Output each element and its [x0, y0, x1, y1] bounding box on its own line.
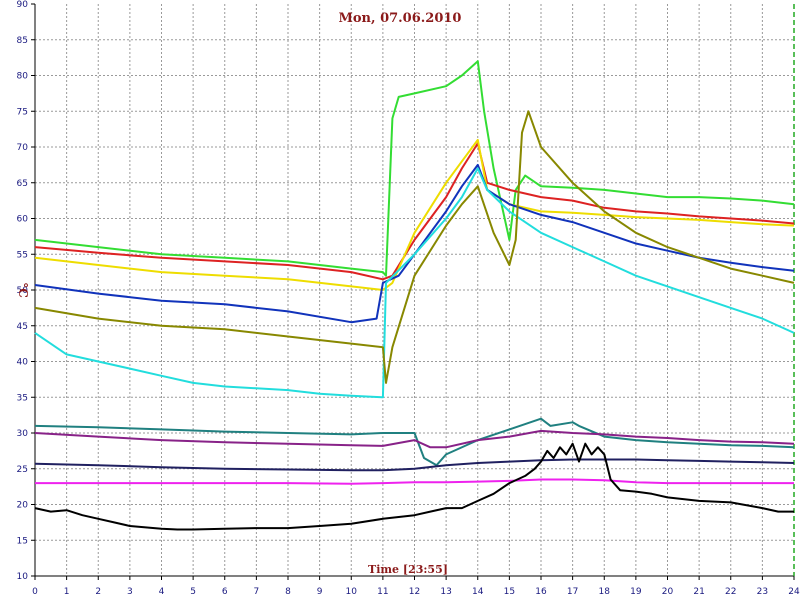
- x-tick-label: 4: [159, 587, 165, 597]
- y-tick-label: 70: [17, 143, 29, 153]
- axes: [31, 3, 795, 580]
- y-tick-label: 80: [17, 72, 29, 82]
- x-tick-label: 2: [95, 587, 101, 597]
- x-tick-label: 18: [599, 587, 611, 597]
- y-tick-label: 85: [17, 36, 28, 46]
- x-axis-label: Time [23:55]: [368, 563, 448, 576]
- x-tick-label: 13: [440, 587, 451, 597]
- series-line-4: [34, 167, 795, 399]
- x-tick-label: 8: [285, 587, 291, 597]
- y-tick-label: 30: [17, 429, 29, 439]
- x-tick-label: 15: [504, 587, 515, 597]
- x-tick-label: 24: [788, 587, 800, 597]
- x-tick-label: 16: [535, 587, 547, 597]
- x-tick-label: 0: [32, 587, 38, 597]
- x-tick-label: 10: [346, 587, 358, 597]
- series-line-1: [34, 142, 795, 281]
- y-tick-label: 75: [17, 107, 28, 117]
- y-tick-label: 10: [17, 572, 29, 582]
- y-tick-label: 45: [17, 322, 28, 332]
- y-tick-label: 40: [17, 358, 29, 368]
- y-tick-label: 25: [17, 465, 28, 475]
- x-tick-label: 17: [567, 587, 578, 597]
- x-tick-label: 14: [472, 587, 484, 597]
- y-tick-label: 60: [17, 215, 29, 225]
- x-tick-label: 7: [254, 587, 260, 597]
- x-tick-label: 11: [377, 587, 388, 597]
- x-tick-label: 1: [64, 587, 70, 597]
- x-tick-label: 22: [725, 587, 736, 597]
- x-tick-label: 3: [127, 587, 133, 597]
- y-tick-label: 15: [17, 536, 28, 546]
- x-tick-label: 19: [630, 587, 642, 597]
- y-axis-label: °C: [16, 282, 30, 298]
- x-tick-label: 23: [757, 587, 768, 597]
- x-tick-label: 5: [190, 587, 196, 597]
- y-tick-label: 65: [17, 179, 28, 189]
- y-tick-label: 55: [17, 250, 28, 260]
- x-tick-label: 12: [409, 587, 420, 597]
- x-tick-label: 20: [662, 587, 674, 597]
- y-tick-label: 90: [17, 0, 29, 10]
- series-lines: [34, 60, 795, 531]
- y-tick-label: 35: [17, 393, 28, 403]
- x-tick-label: 9: [317, 587, 323, 597]
- x-tick-label: 21: [693, 587, 704, 597]
- x-tick-label: 6: [222, 587, 228, 597]
- chart-title: Mon, 07.06.2010: [339, 11, 462, 26]
- temperature-chart: 0 1 2 3 4 5 6 7 8 9 10 11 12 13 14 15 16 17 18 19 20 21 22 23 24…: [16, 0, 800, 597]
- y-tick-label: 20: [17, 501, 29, 511]
